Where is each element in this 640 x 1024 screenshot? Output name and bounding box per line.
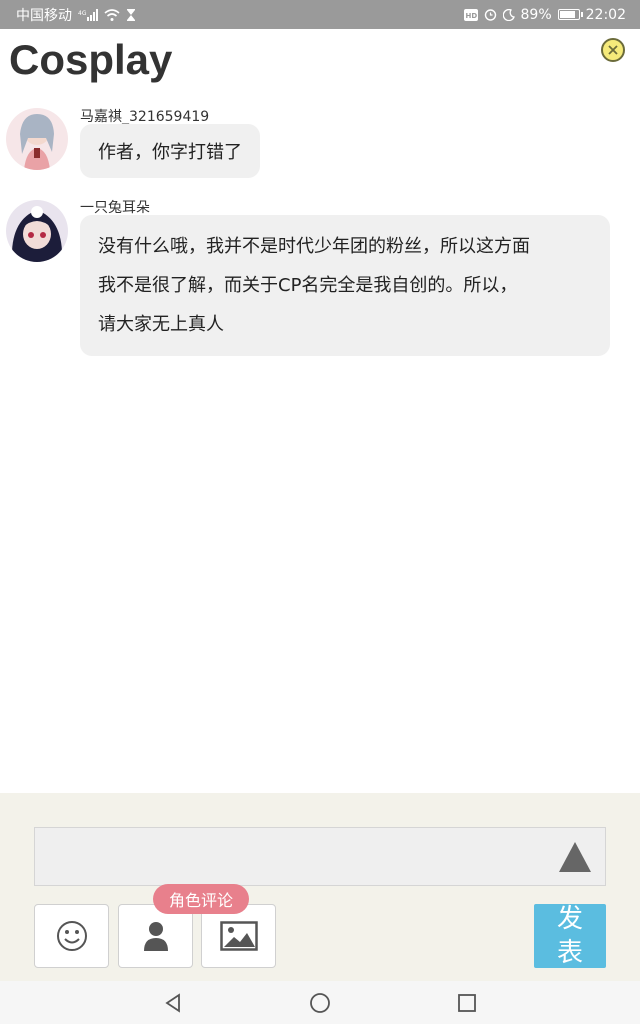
back-icon — [165, 992, 181, 1013]
comment-item: 一只兔耳朵 没有什么哦，我并不是时代少年团的粉丝，所以这方面 我不是很了解，而关… — [0, 196, 640, 356]
home-icon — [310, 992, 330, 1013]
composer-panel: 角色评论 发 表 — [0, 793, 640, 981]
post-button[interactable]: 发 表 — [534, 904, 606, 968]
comment-bubble: 作者，你字打错了 — [80, 124, 260, 178]
post-button-label-2: 表 — [556, 938, 583, 968]
recents-button[interactable] — [447, 983, 487, 1023]
system-nav-bar — [0, 981, 640, 1024]
comment-username[interactable]: 马嘉祺_321659419 — [80, 106, 209, 126]
comment-input[interactable] — [34, 827, 606, 886]
comment-text: 作者，你字打错了 — [98, 142, 242, 163]
smiley-icon — [56, 921, 87, 951]
person-icon — [143, 922, 168, 951]
hourglass-icon — [126, 8, 136, 21]
home-button[interactable] — [300, 983, 340, 1023]
page-title: Cosplay — [9, 36, 173, 83]
moon-icon — [502, 8, 515, 21]
post-button-label-1: 发 — [556, 904, 583, 934]
battery-icon — [557, 9, 583, 20]
wifi-icon — [104, 8, 120, 21]
send-arrow-icon[interactable] — [559, 842, 591, 872]
close-button[interactable] — [601, 38, 625, 62]
svg-text:HD: HD — [465, 12, 477, 20]
comment-bubble: 没有什么哦，我并不是时代少年团的粉丝，所以这方面 我不是很了解，而关于CP名完全… — [80, 215, 610, 356]
carrier-label: 中国移动 — [16, 7, 72, 24]
battery-percent: 89% — [520, 6, 552, 23]
comment-username[interactable]: 一只兔耳朵 — [80, 197, 150, 217]
svg-text:4G: 4G — [78, 10, 87, 17]
clock: 22:02 — [585, 6, 626, 23]
alarm-icon — [484, 8, 497, 21]
status-bar: 中国移动 4G HD 89% 22:02 — [0, 0, 640, 29]
avatar[interactable] — [6, 108, 68, 170]
comment-text-line: 没有什么哦，我并不是时代少年团的粉丝，所以这方面 — [98, 236, 530, 257]
hd-icon: HD — [463, 8, 478, 21]
signal-icon: 4G — [78, 8, 98, 21]
close-icon — [608, 45, 618, 55]
avatar[interactable] — [6, 200, 68, 262]
comment-text-line: 我不是很了解，而关于CP名完全是我自创的。所以， — [98, 275, 518, 296]
comment-item: 马嘉祺_321659419 作者，你字打错了 — [0, 104, 640, 184]
emoji-button[interactable] — [34, 904, 109, 968]
character-comment-tooltip: 角色评论 — [153, 884, 250, 914]
back-button[interactable] — [153, 983, 193, 1023]
image-icon — [219, 921, 258, 951]
comment-text-line: 请大家无上真人 — [98, 314, 224, 335]
recents-icon — [457, 993, 476, 1012]
